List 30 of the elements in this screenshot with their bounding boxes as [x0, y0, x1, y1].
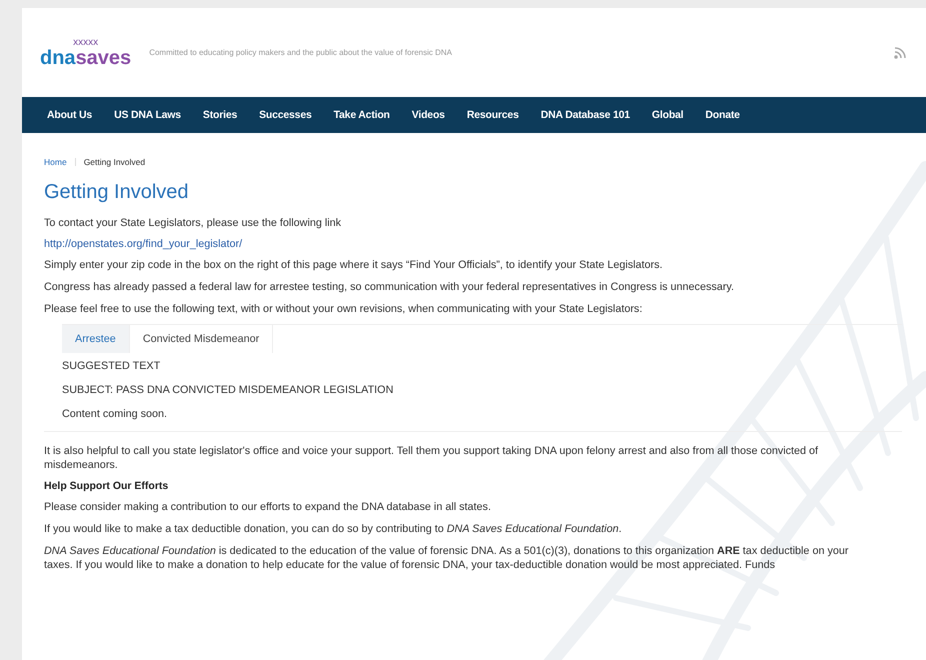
nav-link[interactable]: Successes	[248, 109, 323, 121]
paragraph: Please consider making a contribution to our efforts to expand the DNA database in all states.	[44, 500, 492, 514]
paragraph: Simply enter your zip code in the box on the right of this page where it says “Find Your Officials”, to identify your State Legislators.	[44, 258, 664, 272]
tab[interactable]: Arrestee	[62, 325, 130, 354]
legislator-link[interactable]: http://openstates.org/find_your_legislator/	[44, 238, 242, 250]
paragraph: If you would like to make a tax deductible donation, you can do so by contributing to DNA Saves Educational Foundation.	[44, 522, 623, 536]
paragraph: To contact your State Legislators, please use the following link	[44, 216, 342, 230]
nav-link[interactable]: Global	[640, 109, 694, 121]
nav-link[interactable]: Videos	[400, 109, 456, 121]
nav-link[interactable]: Stories	[192, 109, 248, 121]
nav-link[interactable]: DNA Database 101	[530, 109, 641, 121]
paragraph: Please feel free to use the following text, with or without your own revisions, when communicating with your State Legislators:	[44, 302, 644, 316]
paragraph: DNA Saves Educational Foundation is dedicated to the education of the value of forensic DNA. As a 501(c)(3), donations to this organization ARE tax deductible on your taxes. If you would like to make a donation to help educate for the value of forensic DNA, your tax-deductible donation would be most appreciated. Funds	[44, 544, 850, 572]
section-heading: Help Support Our Efforts	[44, 480, 170, 492]
tab-text: SUBJECT: PASS DNA CONVICTED MISDEMEANOR LEGISLATION	[62, 383, 394, 398]
paragraph: It is also helpful to call you state legislator's office and voice your support. Tell them you support taking DNA upon felony arrest and also from all those convicted of misdemeanors.	[44, 444, 820, 472]
nav-link[interactable]: Resources	[456, 109, 530, 121]
tab-text: Content coming soon.	[62, 407, 168, 422]
paragraph: Congress has already passed a federal law for arrestee testing, so communication with your federal representatives in Congress is unnecessary.	[44, 280, 735, 294]
tagline: Committed to educating policy makers and the public about the value of forensic DNA	[149, 48, 454, 57]
nav-link[interactable]: Take Action	[322, 109, 401, 121]
breadcrumb-current: Getting Involved	[84, 157, 146, 167]
nav-link[interactable]: Donate	[694, 109, 751, 121]
nav-link[interactable]: About Us	[36, 109, 104, 121]
dna-saves-logo[interactable]: xxxxx dnasaves	[40, 38, 132, 68]
rss-icon[interactable]	[894, 46, 906, 58]
tab-text: SUGGESTED TEXT	[62, 359, 162, 374]
breadcrumb-link[interactable]: Home	[44, 157, 67, 167]
nav-link[interactable]: US DNA Laws	[103, 109, 192, 121]
page-title: Getting Involved	[44, 181, 190, 204]
